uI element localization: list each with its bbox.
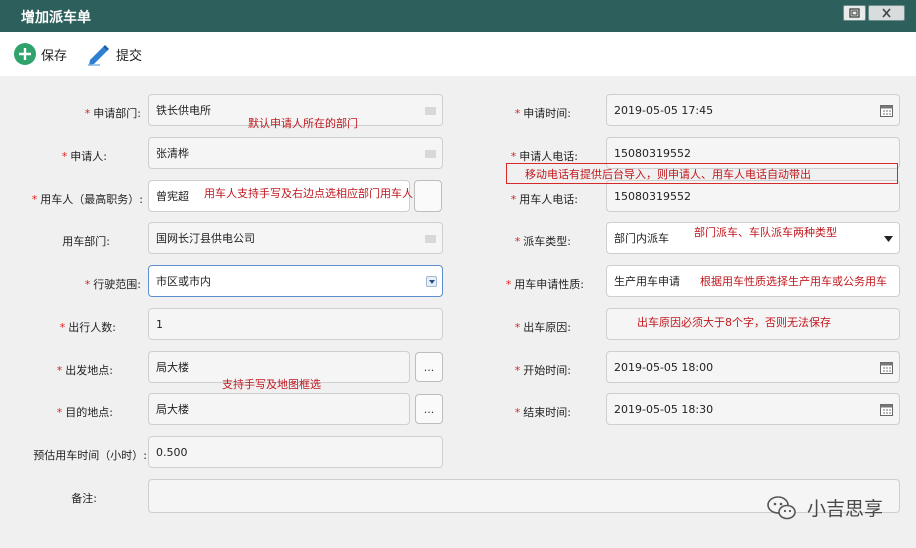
nature-annotation: 根据用车性质选择生产用车或公务用车 — [700, 275, 887, 288]
people-value: 1 — [156, 317, 163, 331]
apply-time-field[interactable]: 2019-05-05 17:45 — [606, 94, 900, 126]
range-label: * 行驶范围: — [84, 278, 141, 291]
user-phone-field[interactable]: 15080319552 — [606, 180, 900, 212]
add-icon — [14, 43, 36, 65]
to-value: 局大楼 — [156, 403, 189, 416]
save-button[interactable]: 保存 — [13, 42, 67, 66]
watermark-text: 小吉思享 — [807, 498, 884, 520]
dept-label: * 申请部门: — [84, 107, 141, 120]
close-button[interactable] — [868, 5, 905, 21]
ellipsis-icon: ... — [423, 360, 435, 374]
calendar-icon[interactable] — [880, 361, 893, 374]
hours-label: 预估用车时间（小时）: — [33, 449, 147, 462]
pencil-icon — [88, 45, 109, 66]
phone-annotation: 移动电话有提供后台导入，则申请人、用车人电话自动带出 — [506, 163, 898, 184]
people-field[interactable]: 1 — [148, 308, 443, 340]
hours-value: 0.500 — [156, 445, 188, 459]
start-time-field[interactable]: 2019-05-05 18:00 — [606, 351, 900, 383]
reason-annotation: 出车原因必须大于8个字，否则无法保存 — [637, 316, 831, 329]
hours-field[interactable]: 0.500 — [148, 436, 443, 468]
wechat-icon — [767, 495, 796, 519]
use-dept-label: 用车部门: — [62, 235, 110, 248]
use-nature-label: * 用车申请性质: — [505, 278, 584, 291]
range-select[interactable]: 市区或市内 — [148, 265, 443, 297]
dept-annotation: 默认申请人所在的部门 — [248, 117, 358, 130]
to-field[interactable]: 局大楼 — [148, 393, 410, 425]
from-label: * 出发地点: — [56, 364, 113, 377]
save-label: 保存 — [41, 48, 68, 64]
submit-label: 提交 — [116, 48, 143, 64]
calendar-icon[interactable] — [880, 104, 893, 117]
field-grip-icon — [425, 235, 436, 243]
submit-button[interactable]: 提交 — [86, 42, 142, 66]
use-nature-value: 生产用车申请 — [614, 275, 680, 288]
range-value: 市区或市内 — [156, 275, 211, 288]
chevron-down-icon[interactable] — [426, 276, 437, 287]
apply-time-label: * 申请时间: — [514, 107, 571, 120]
chevron-down-icon[interactable] — [884, 236, 893, 242]
dispatch-type-value: 部门内派车 — [614, 232, 669, 245]
type-annotation: 部门派车、车队派车两种类型 — [694, 226, 837, 239]
end-time-field[interactable]: 2019-05-05 18:30 — [606, 393, 900, 425]
user-annotation: 用车人支持手写及右边点选相应部门用车人 — [204, 187, 413, 200]
to-map-button[interactable]: ... — [415, 394, 443, 424]
user-phone-label: * 用车人电话: — [510, 193, 578, 206]
user-label: * 用车人（最高职务）: — [31, 193, 143, 206]
window-title: 增加派车单 — [21, 10, 91, 26]
applicant-label: * 申请人: — [61, 150, 107, 163]
field-grip-icon — [425, 150, 436, 158]
from-value: 局大楼 — [156, 361, 189, 374]
map-annotation: 支持手写及地图框选 — [222, 378, 321, 391]
remark-label: 备注: — [71, 492, 97, 505]
toolbar: 保存 提交 — [0, 32, 916, 76]
applicant-phone-label: * 申请人电话: — [510, 150, 578, 163]
calendar-icon[interactable] — [880, 403, 893, 416]
use-dept-field[interactable]: 国网长汀县供电公司 — [148, 222, 443, 254]
user-value: 曾宪超 — [156, 190, 189, 203]
watermark: 小吉思享 — [767, 494, 883, 521]
from-map-button[interactable]: ... — [415, 352, 443, 382]
title-bar: 增加派车单 — [0, 0, 916, 32]
applicant-phone-value: 15080319552 — [614, 146, 691, 160]
dispatch-type-label: * 派车类型: — [514, 235, 571, 248]
ellipsis-icon: ... — [423, 402, 435, 416]
apply-time-value: 2019-05-05 17:45 — [614, 103, 714, 117]
user-phone-value: 15080319552 — [614, 189, 691, 203]
end-time-value: 2019-05-05 18:30 — [614, 402, 714, 416]
maximize-icon — [849, 8, 860, 18]
applicant-field[interactable]: 张清桦 — [148, 137, 443, 169]
start-time-label: * 开始时间: — [514, 364, 571, 377]
field-grip-icon — [425, 107, 436, 115]
dept-value: 铁长供电所 — [156, 104, 211, 117]
close-icon — [882, 8, 891, 18]
start-time-value: 2019-05-05 18:00 — [614, 360, 714, 374]
user-picker-button[interactable] — [414, 180, 442, 212]
use-dept-value: 国网长汀县供电公司 — [156, 232, 255, 245]
reason-label: * 出车原因: — [514, 321, 571, 334]
applicant-value: 张清桦 — [156, 147, 189, 160]
people-label: * 出行人数: — [59, 321, 116, 334]
to-label: * 目的地点: — [56, 406, 113, 419]
maximize-button[interactable] — [843, 5, 866, 21]
end-time-label: * 结束时间: — [514, 406, 571, 419]
